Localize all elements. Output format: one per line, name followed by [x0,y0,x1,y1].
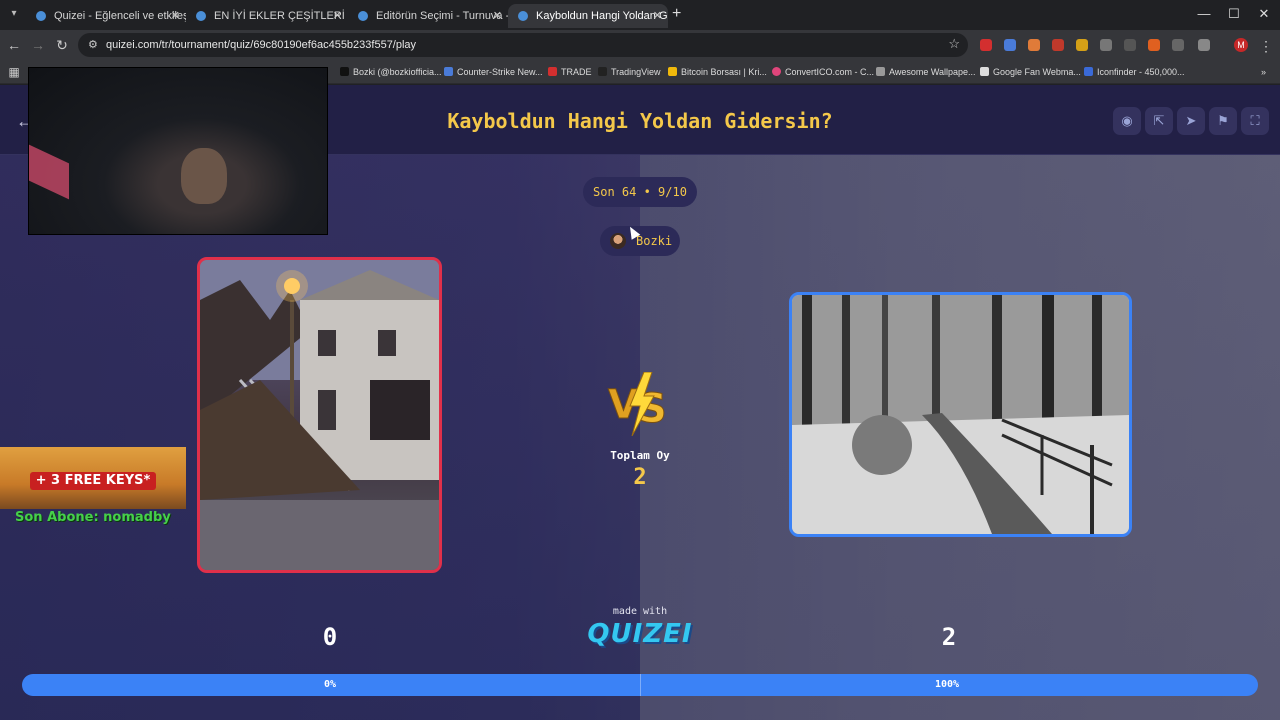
webcam-overlay [28,67,328,235]
bookmark-favicon-icon [444,67,453,76]
browser-tab[interactable]: Quizei - Eğlenceli ve etkileşimli ✕ [26,4,186,28]
bookmark-item[interactable]: Iconfinder - 450,000... [1084,60,1185,84]
author-badge[interactable]: Bozki [600,226,680,256]
site-favicon-icon [358,11,368,21]
author-name: Bozki [636,234,673,248]
bookmark-item[interactable]: ConvertICO.com - C... [772,60,874,84]
streamer-figure [181,148,227,204]
quizei-logo[interactable]: QUIZEI [580,619,700,649]
window-close-icon[interactable]: ✕ [1256,6,1272,22]
translate-extension-icon[interactable] [1004,39,1016,51]
promo-text: + 3 FREE KEYS* [30,472,156,490]
made-with-label: made with [612,606,668,617]
site-info-icon[interactable]: ⚙ [88,38,98,51]
bookmark-favicon-icon [772,67,781,76]
bookmark-item[interactable]: Google Fan Webma... [980,60,1081,84]
site-favicon-icon [196,11,206,21]
address-bar[interactable]: ⚙ quizei.com/tr/tournament/quiz/69c80190… [78,33,968,57]
share-icon[interactable]: ⇱ [1145,107,1173,135]
bookmark-star-icon[interactable]: ☆ [948,36,960,52]
minimize-icon[interactable]: — [1196,6,1212,21]
total-votes-label: Toplam Oy [610,449,670,462]
close-icon[interactable]: ✕ [493,4,502,28]
bookmark-favicon-icon [876,67,885,76]
tiktok-icon [340,67,349,76]
right-percent: 100% [935,679,960,690]
site-favicon-icon [518,11,528,21]
avatar [610,233,626,249]
tab-bar: ▾ Quizei - Eğlenceli ve etkileşimli ✕ EN… [0,0,1280,30]
extension-icon[interactable] [980,39,992,51]
new-tab-icon[interactable]: + [672,5,681,23]
extension-icon[interactable] [1052,39,1064,51]
browser-toolbar: ← → ↻ ⚙ quizei.com/tr/tournament/quiz/69… [0,30,1280,60]
maximize-icon[interactable]: ☐ [1226,6,1242,22]
site-favicon-icon [36,11,46,21]
promo-banner: + 3 FREE KEYS* [0,447,186,509]
bookmark-item[interactable]: Bitcoin Borsası | Kri... [668,60,767,84]
option-card-right[interactable] [789,292,1132,537]
send-icon[interactable]: ➤ [1177,107,1205,135]
left-percent: 0% [324,679,337,690]
flag-icon[interactable]: ⚑ [1209,107,1237,135]
apps-grid-icon[interactable]: ▦ [6,64,22,80]
option-card-left[interactable] [197,257,442,573]
option-image-right [792,295,1129,534]
extension-icon[interactable] [1172,39,1184,51]
tab-title: Editörün Seçimi - Turnuva - Qu [376,10,508,22]
url-text[interactable]: quizei.com/tr/tournament/quiz/69c80190ef… [106,33,416,57]
bookmark-favicon-icon [548,67,557,76]
browser-tab-active[interactable]: Kayboldun Hangi Yoldan Gidersi ✕ [508,4,668,28]
fullscreen-icon[interactable]: ⛶ [1241,107,1269,135]
right-score: 2 [941,623,957,651]
versus-icon: V S [608,372,667,436]
bookmark-favicon-icon [980,67,989,76]
tab-title: Kayboldun Hangi Yoldan Gidersi [536,10,668,22]
extension-icon[interactable] [1076,39,1088,51]
extension-icon[interactable] [1124,39,1136,51]
extension-icon[interactable] [1148,39,1160,51]
close-icon[interactable]: ✕ [653,4,662,28]
tab-search-icon[interactable]: ▾ [6,6,22,22]
bookmark-item[interactable]: Bozki (@bozkiofficia... [340,60,442,84]
bookmark-item[interactable]: TradingView [598,60,661,84]
back-arrow-icon[interactable]: ← [6,37,22,53]
browser-menu-icon[interactable]: ⋮ [1258,38,1274,54]
browser-tab[interactable]: Editörün Seçimi - Turnuva - Qu ✕ [348,4,508,28]
total-votes-value: 2 [633,465,647,490]
extension-icon[interactable] [1028,39,1040,51]
keyboard-lights [29,144,69,200]
last-subscriber-label: Son Abone: nomadby [15,510,171,525]
bookmark-item[interactable]: Counter-Strike New... [444,60,543,84]
vote-progress-bar: 0% 100% [22,674,1258,696]
profile-avatar[interactable]: M [1234,38,1248,52]
browser-tab[interactable]: EN İYİ EKLER ÇEŞİTLERİ - Tier Li ✕ [186,4,348,28]
tab-title: EN İYİ EKLER ÇEŞİTLERİ - Tier Li [214,10,348,22]
binance-icon [668,67,677,76]
close-icon[interactable]: ✕ [171,4,180,28]
option-image-left [200,260,439,570]
extension-icon[interactable] [1100,39,1112,51]
left-score: 0 [322,623,338,651]
reload-icon[interactable]: ↻ [54,37,70,53]
tab-title: Quizei - Eğlenceli ve etkileşimli [54,10,186,22]
progress-divider [640,674,641,696]
close-icon[interactable]: ✕ [333,4,342,28]
tradingview-icon [598,67,607,76]
round-indicator: Son 64 • 9/10 [583,177,697,207]
iconfinder-icon [1084,67,1093,76]
bookmarks-overflow-icon[interactable]: » [1248,60,1266,84]
forward-arrow-icon[interactable]: → [30,37,46,53]
extensions-puzzle-icon[interactable] [1198,39,1210,51]
bookmark-item[interactable]: Awesome Wallpape... [876,60,976,84]
eye-icon[interactable]: ◉ [1113,107,1141,135]
bookmark-item[interactable]: TRADE [548,60,592,84]
